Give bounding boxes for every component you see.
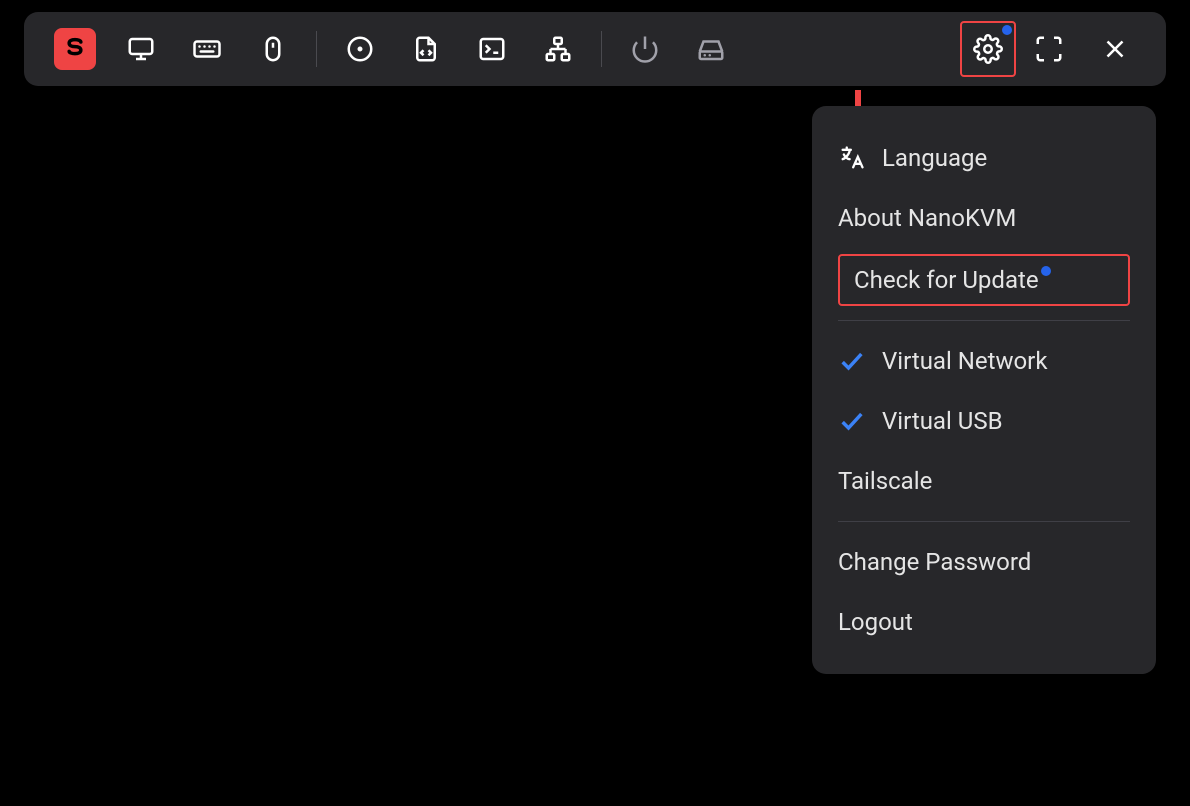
menu-label: Virtual Network [882,347,1047,375]
file-code-icon [411,34,441,64]
display-button[interactable] [116,24,166,74]
toolbar-divider [316,31,317,67]
power-button[interactable] [620,24,670,74]
gear-icon [973,34,1003,64]
mouse-icon [258,34,288,64]
terminal-button[interactable] [467,24,517,74]
fullscreen-button[interactable] [1024,24,1074,74]
storage-button[interactable] [686,24,736,74]
language-icon [838,144,866,172]
menu-label: About NanoKVM [838,204,1016,232]
menu-virtual-usb[interactable]: Virtual USB [838,391,1130,451]
logo[interactable] [50,24,100,74]
maximize-icon [1034,34,1064,64]
settings-menu: Language About NanoKVM Check for Update … [812,106,1156,674]
mouse-button[interactable] [248,24,298,74]
disc-button[interactable] [335,24,385,74]
menu-label: Check for Update [854,266,1039,294]
power-icon [630,34,660,64]
keyboard-button[interactable] [182,24,232,74]
menu-about[interactable]: About NanoKVM [838,188,1130,248]
menu-label: Tailscale [838,467,932,495]
toolbar-divider [601,31,602,67]
sitemap-icon [543,34,573,64]
file-code-button[interactable] [401,24,451,74]
logo-s-icon [61,35,89,63]
close-icon [1100,34,1130,64]
menu-label: Logout [838,608,913,636]
menu-logout[interactable]: Logout [838,592,1130,652]
hard-drive-icon [696,34,726,64]
menu-label: Change Password [838,548,1031,576]
settings-button[interactable] [960,21,1016,77]
menu-tailscale[interactable]: Tailscale [838,451,1130,511]
menu-separator [838,521,1130,522]
menu-check-update[interactable]: Check for Update [838,254,1130,306]
terminal-icon [477,34,507,64]
check-icon [838,347,866,375]
disc-icon [345,34,375,64]
menu-separator [838,320,1130,321]
monitor-icon [126,34,156,64]
menu-virtual-network[interactable]: Virtual Network [838,331,1130,391]
menu-label: Virtual USB [882,407,1003,435]
menu-label: Language [882,144,987,172]
notification-dot [1002,25,1012,35]
network-button[interactable] [533,24,583,74]
menu-change-password[interactable]: Change Password [838,532,1130,592]
logo-badge [54,28,96,70]
keyboard-icon [192,34,222,64]
close-button[interactable] [1090,24,1140,74]
menu-language[interactable]: Language [838,128,1130,188]
toolbar [24,12,1166,86]
notification-dot [1041,266,1051,276]
check-icon [838,407,866,435]
